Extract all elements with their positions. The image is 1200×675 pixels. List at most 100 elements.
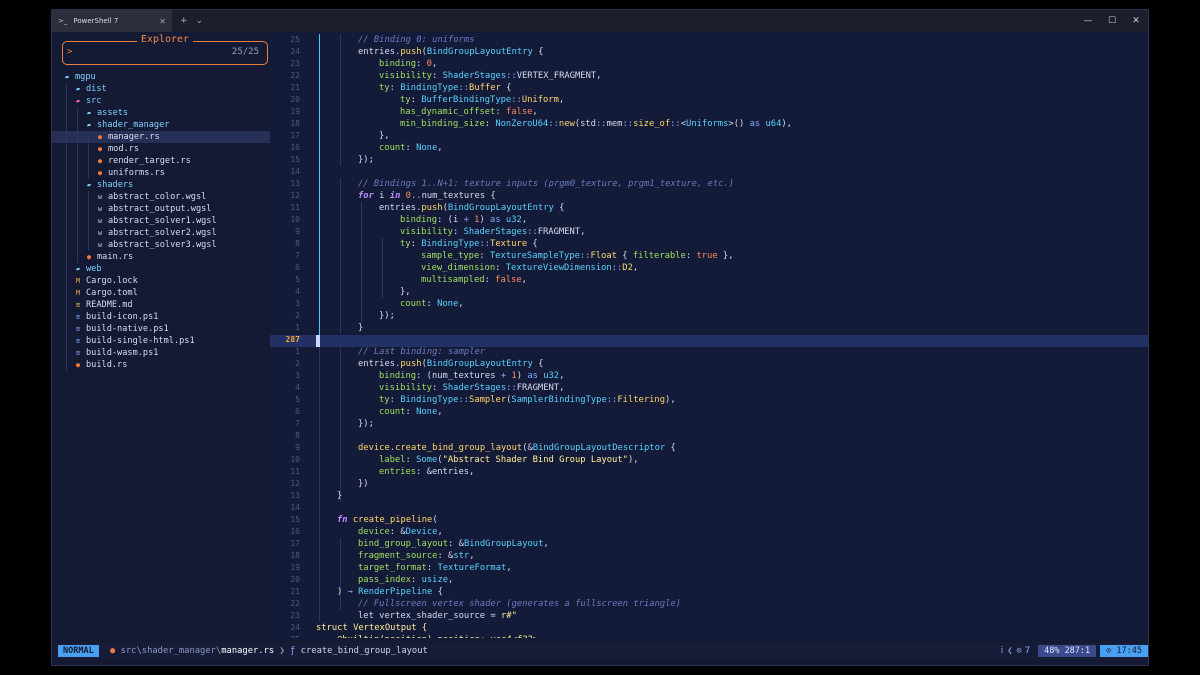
tab-powershell[interactable]: >_ PowerShell 7 ✕ [52,10,172,32]
code-token: { [553,203,565,213]
code-token: } [337,491,343,501]
close-window-button[interactable]: ✕ [1124,16,1148,26]
code-line[interactable]: 20 pass_index: usize, [270,574,1148,586]
code-line[interactable]: 13} [270,490,1148,502]
code-line[interactable]: 24 entries.push(BindGroupLayoutEntry { [270,46,1148,58]
current-symbol[interactable]: create_bind_group_layout [301,646,428,656]
code-token: } [358,323,364,333]
code-line[interactable]: 19 has_dynamic_offset: false, [270,106,1148,118]
code-line[interactable]: 1} [270,322,1148,334]
tree-item[interactable]: ▰ shaders [52,179,270,191]
code-line[interactable]: 12}) [270,478,1148,490]
code-line[interactable]: 2 entries.push(BindGroupLayoutEntry { [270,358,1148,370]
tree-item[interactable]: ▰ shader_manager [52,119,270,131]
code-line[interactable]: 3 count: None, [270,298,1148,310]
code-line[interactable]: 14 [270,166,1148,178]
code-line[interactable]: 8 ty: BindingType::Texture { [270,238,1148,250]
code-line[interactable]: 287 [270,334,1148,346]
code-line[interactable]: 9 device.create_bind_group_layout(&BindGr… [270,442,1148,454]
code-line[interactable]: 12 for i in 0..num_textures { [270,190,1148,202]
tree-item[interactable]: ● render_target.rs [52,155,270,167]
code-line[interactable]: 16 count: None, [270,142,1148,154]
tree-item[interactable]: ● main.rs [52,251,270,263]
tree-item[interactable]: w abstract_solver3.wgsl [52,239,270,251]
code-line[interactable]: 21 ty: BindingType::Buffer { [270,82,1148,94]
tab-dropdown-icon[interactable]: ⌄ [196,16,204,26]
explorer-search[interactable]: Explorer > 25/25 [62,34,268,65]
code-line[interactable]: 15}); [270,154,1148,166]
code-token: let vertex_shader_source = [358,611,501,621]
code-editor[interactable]: 25// Binding 0: uniforms 24 entries.push(B… [270,32,1148,638]
tree-item[interactable]: ● manager.rs [52,131,270,143]
code-line[interactable]: 7}); [270,418,1148,430]
line-number: 19 [290,107,300,116]
code-token: BufferBindingType [421,95,512,105]
indent-guide [66,83,67,95]
code-line[interactable]: 22 visibility: ShaderStages::VERTEX_FRAGM… [270,70,1148,82]
tree-item-label: Cargo.lock [86,276,138,286]
tree-item[interactable]: ≡ build-single-html.ps1 [52,335,270,347]
new-tab-button[interactable]: + [180,16,188,26]
line-number: 12 [290,191,300,200]
line-number: 25 [290,35,300,44]
tree-item[interactable]: ▰ assets [52,107,270,119]
code-line[interactable]: 11 entries.push(BindGroupLayoutEntry { [270,202,1148,214]
code-line[interactable]: 3 binding: (num_textures + 1) as u32, [270,370,1148,382]
code-line[interactable]: 10 label: Some("Abstract Shader Bind Grou… [270,454,1148,466]
code-line[interactable]: 21) → RenderPipeline { [270,586,1148,598]
code-line[interactable]: 16 device: &Device, [270,526,1148,538]
tree-item[interactable]: w abstract_color.wgsl [52,191,270,203]
code-line[interactable]: 7 sample_type: TextureSampleType::Float {… [270,250,1148,262]
code-line[interactable]: 8 [270,430,1148,442]
tree-item[interactable]: w abstract_solver2.wgsl [52,227,270,239]
tree-item[interactable]: ▰ dist [52,83,270,95]
code-line[interactable]: 15 fn create_pipeline( [270,514,1148,526]
code-line[interactable]: 4}, [270,286,1148,298]
tree-item[interactable]: M Cargo.lock [52,275,270,287]
tree-item[interactable]: ● mod.rs [52,143,270,155]
code-token: 0 [400,191,411,201]
code-line[interactable]: 18 fragment_source: &str, [270,550,1148,562]
tree-item[interactable]: ▰ mgpu [52,71,270,83]
code-line[interactable]: 5 ty: BindingType::Sampler(SamplerBinding… [270,394,1148,406]
code-line[interactable]: 23 binding: 0, [270,58,1148,70]
tree-item[interactable]: ≡ README.md [52,299,270,311]
code-line[interactable]: 1 // Last binding: sampler [270,346,1148,358]
tree-item[interactable]: ▰ src [52,95,270,107]
tree-item[interactable]: ≡ build-icon.ps1 [52,311,270,323]
code-line[interactable]: 20 ty: BufferBindingType::Uniform, [270,94,1148,106]
code-line[interactable]: 13 // Bindings 1..N+1: texture inputs (pr… [270,178,1148,190]
close-tab-icon[interactable]: ✕ [159,17,166,26]
tree-item[interactable]: w abstract_output.wgsl [52,203,270,215]
code-line[interactable]: 11 entries: &entries, [270,466,1148,478]
code-line[interactable]: 17 bind_group_layout: &BindGroupLayout, [270,538,1148,550]
tree-item[interactable]: w abstract_solver1.wgsl [52,215,270,227]
code-line[interactable]: 19 target_format: TextureFormat, [270,562,1148,574]
code-line[interactable]: 6 view_dimension: TextureViewDimension::D… [270,262,1148,274]
code-line[interactable]: 17}, [270,130,1148,142]
code-line[interactable]: 25 // Binding 0: uniforms [270,34,1148,46]
code-line[interactable]: 25 @builtin(position) position: vec4<f32>… [270,634,1148,638]
line-number: 24 [290,47,300,56]
tree-item[interactable]: ● uniforms.rs [52,167,270,179]
code-line[interactable]: 22 // Fullscreen vertex shader (generates… [270,598,1148,610]
code-line[interactable]: 10 binding: (i + 1) as u32, [270,214,1148,226]
code-line[interactable]: 18 min_binding_size: NonZeroU64::new(std:… [270,118,1148,130]
code-line[interactable]: 4 visibility: ShaderStages::FRAGMENT, [270,382,1148,394]
code-line[interactable]: 2}); [270,310,1148,322]
tree-item[interactable]: ≡ build-native.ps1 [52,323,270,335]
maximize-button[interactable]: ☐ [1100,16,1124,26]
code-line[interactable]: 9 visibility: ShaderStages::FRAGMENT, [270,226,1148,238]
code-line[interactable]: 5 multisampled: false, [270,274,1148,286]
code-line[interactable]: 14 [270,502,1148,514]
code-line[interactable]: 6 count: None, [270,406,1148,418]
tree-item[interactable]: ≡ build-wasm.ps1 [52,347,270,359]
code-line[interactable]: 24 struct VertexOutput { [270,622,1148,634]
minimize-button[interactable]: — [1076,16,1100,26]
tree-item[interactable]: M Cargo.toml [52,287,270,299]
tree-item[interactable]: ▰ web [52,263,270,275]
code-token: size_of [633,119,671,129]
tree-item[interactable]: ● build.rs [52,359,270,371]
line-number: 4 [295,383,300,392]
code-line[interactable]: 23 let vertex_shader_source = r#" [270,610,1148,622]
